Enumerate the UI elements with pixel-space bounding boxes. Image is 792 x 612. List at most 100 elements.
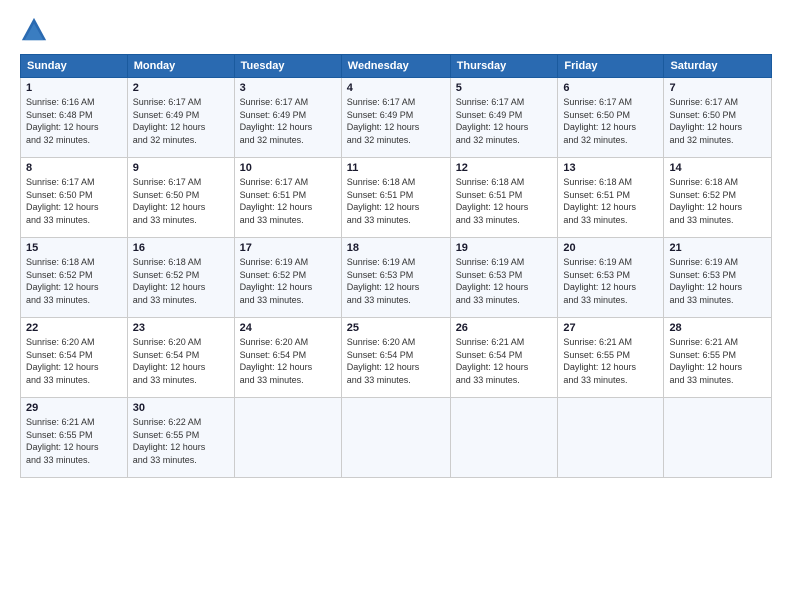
day-cell: 12 Sunrise: 6:18 AMSunset: 6:51 PMDaylig…: [450, 158, 558, 238]
day-detail: Sunrise: 6:18 AMSunset: 6:51 PMDaylight:…: [563, 177, 636, 225]
day-number: 6: [563, 82, 658, 94]
logo: [20, 16, 54, 44]
day-number: 22: [26, 322, 122, 334]
day-cell: 3 Sunrise: 6:17 AMSunset: 6:49 PMDayligh…: [234, 78, 341, 158]
day-cell: 28 Sunrise: 6:21 AMSunset: 6:55 PMDaylig…: [664, 318, 772, 398]
day-number: 10: [240, 162, 336, 174]
day-detail: Sunrise: 6:21 AMSunset: 6:55 PMDaylight:…: [26, 417, 99, 465]
day-number: 1: [26, 82, 122, 94]
day-number: 28: [669, 322, 766, 334]
day-number: 30: [133, 402, 229, 414]
day-number: 16: [133, 242, 229, 254]
day-detail: Sunrise: 6:17 AMSunset: 6:50 PMDaylight:…: [26, 177, 99, 225]
day-cell: 21 Sunrise: 6:19 AMSunset: 6:53 PMDaylig…: [664, 238, 772, 318]
page: SundayMondayTuesdayWednesdayThursdayFrid…: [0, 0, 792, 612]
col-header-thursday: Thursday: [450, 55, 558, 78]
day-cell: 19 Sunrise: 6:19 AMSunset: 6:53 PMDaylig…: [450, 238, 558, 318]
day-cell: [450, 398, 558, 478]
day-number: 24: [240, 322, 336, 334]
day-cell: 14 Sunrise: 6:18 AMSunset: 6:52 PMDaylig…: [664, 158, 772, 238]
week-row-5: 29 Sunrise: 6:21 AMSunset: 6:55 PMDaylig…: [21, 398, 772, 478]
day-cell: 22 Sunrise: 6:20 AMSunset: 6:54 PMDaylig…: [21, 318, 128, 398]
day-cell: 7 Sunrise: 6:17 AMSunset: 6:50 PMDayligh…: [664, 78, 772, 158]
day-detail: Sunrise: 6:18 AMSunset: 6:51 PMDaylight:…: [456, 177, 529, 225]
header: [20, 16, 772, 44]
day-number: 26: [456, 322, 553, 334]
day-detail: Sunrise: 6:19 AMSunset: 6:53 PMDaylight:…: [347, 257, 420, 305]
day-detail: Sunrise: 6:19 AMSunset: 6:53 PMDaylight:…: [563, 257, 636, 305]
day-number: 27: [563, 322, 658, 334]
day-cell: 9 Sunrise: 6:17 AMSunset: 6:50 PMDayligh…: [127, 158, 234, 238]
header-row: SundayMondayTuesdayWednesdayThursdayFrid…: [21, 55, 772, 78]
day-cell: 8 Sunrise: 6:17 AMSunset: 6:50 PMDayligh…: [21, 158, 128, 238]
day-number: 5: [456, 82, 553, 94]
day-cell: 23 Sunrise: 6:20 AMSunset: 6:54 PMDaylig…: [127, 318, 234, 398]
day-cell: 5 Sunrise: 6:17 AMSunset: 6:49 PMDayligh…: [450, 78, 558, 158]
day-number: 9: [133, 162, 229, 174]
day-detail: Sunrise: 6:17 AMSunset: 6:50 PMDaylight:…: [563, 97, 636, 145]
day-cell: 25 Sunrise: 6:20 AMSunset: 6:54 PMDaylig…: [341, 318, 450, 398]
day-detail: Sunrise: 6:19 AMSunset: 6:53 PMDaylight:…: [669, 257, 742, 305]
day-cell: 1 Sunrise: 6:16 AMSunset: 6:48 PMDayligh…: [21, 78, 128, 158]
day-detail: Sunrise: 6:17 AMSunset: 6:50 PMDaylight:…: [669, 97, 742, 145]
day-cell: 29 Sunrise: 6:21 AMSunset: 6:55 PMDaylig…: [21, 398, 128, 478]
day-cell: 27 Sunrise: 6:21 AMSunset: 6:55 PMDaylig…: [558, 318, 664, 398]
day-detail: Sunrise: 6:21 AMSunset: 6:55 PMDaylight:…: [563, 337, 636, 385]
day-number: 11: [347, 162, 445, 174]
day-cell: 10 Sunrise: 6:17 AMSunset: 6:51 PMDaylig…: [234, 158, 341, 238]
day-detail: Sunrise: 6:20 AMSunset: 6:54 PMDaylight:…: [240, 337, 313, 385]
day-detail: Sunrise: 6:19 AMSunset: 6:53 PMDaylight:…: [456, 257, 529, 305]
day-number: 12: [456, 162, 553, 174]
col-header-friday: Friday: [558, 55, 664, 78]
day-number: 19: [456, 242, 553, 254]
day-number: 17: [240, 242, 336, 254]
day-detail: Sunrise: 6:18 AMSunset: 6:52 PMDaylight:…: [26, 257, 99, 305]
day-detail: Sunrise: 6:18 AMSunset: 6:51 PMDaylight:…: [347, 177, 420, 225]
week-row-2: 8 Sunrise: 6:17 AMSunset: 6:50 PMDayligh…: [21, 158, 772, 238]
day-number: 14: [669, 162, 766, 174]
day-detail: Sunrise: 6:17 AMSunset: 6:49 PMDaylight:…: [240, 97, 313, 145]
day-number: 20: [563, 242, 658, 254]
day-cell: 4 Sunrise: 6:17 AMSunset: 6:49 PMDayligh…: [341, 78, 450, 158]
col-header-wednesday: Wednesday: [341, 55, 450, 78]
day-detail: Sunrise: 6:17 AMSunset: 6:49 PMDaylight:…: [133, 97, 206, 145]
day-detail: Sunrise: 6:16 AMSunset: 6:48 PMDaylight:…: [26, 97, 99, 145]
day-detail: Sunrise: 6:20 AMSunset: 6:54 PMDaylight:…: [347, 337, 420, 385]
day-number: 13: [563, 162, 658, 174]
day-cell: 6 Sunrise: 6:17 AMSunset: 6:50 PMDayligh…: [558, 78, 664, 158]
week-row-1: 1 Sunrise: 6:16 AMSunset: 6:48 PMDayligh…: [21, 78, 772, 158]
day-number: 2: [133, 82, 229, 94]
day-detail: Sunrise: 6:17 AMSunset: 6:49 PMDaylight:…: [347, 97, 420, 145]
week-row-3: 15 Sunrise: 6:18 AMSunset: 6:52 PMDaylig…: [21, 238, 772, 318]
day-detail: Sunrise: 6:18 AMSunset: 6:52 PMDaylight:…: [669, 177, 742, 225]
col-header-monday: Monday: [127, 55, 234, 78]
col-header-tuesday: Tuesday: [234, 55, 341, 78]
day-number: 4: [347, 82, 445, 94]
day-detail: Sunrise: 6:20 AMSunset: 6:54 PMDaylight:…: [133, 337, 206, 385]
day-detail: Sunrise: 6:17 AMSunset: 6:49 PMDaylight:…: [456, 97, 529, 145]
day-detail: Sunrise: 6:22 AMSunset: 6:55 PMDaylight:…: [133, 417, 206, 465]
col-header-sunday: Sunday: [21, 55, 128, 78]
day-cell: [234, 398, 341, 478]
day-number: 15: [26, 242, 122, 254]
day-cell: 15 Sunrise: 6:18 AMSunset: 6:52 PMDaylig…: [21, 238, 128, 318]
day-number: 25: [347, 322, 445, 334]
day-cell: 16 Sunrise: 6:18 AMSunset: 6:52 PMDaylig…: [127, 238, 234, 318]
day-cell: [341, 398, 450, 478]
day-number: 7: [669, 82, 766, 94]
day-detail: Sunrise: 6:17 AMSunset: 6:50 PMDaylight:…: [133, 177, 206, 225]
logo-icon: [20, 16, 48, 44]
day-cell: 2 Sunrise: 6:17 AMSunset: 6:49 PMDayligh…: [127, 78, 234, 158]
day-number: 18: [347, 242, 445, 254]
week-row-4: 22 Sunrise: 6:20 AMSunset: 6:54 PMDaylig…: [21, 318, 772, 398]
day-cell: 24 Sunrise: 6:20 AMSunset: 6:54 PMDaylig…: [234, 318, 341, 398]
day-cell: [558, 398, 664, 478]
day-number: 8: [26, 162, 122, 174]
day-number: 3: [240, 82, 336, 94]
day-cell: 17 Sunrise: 6:19 AMSunset: 6:52 PMDaylig…: [234, 238, 341, 318]
day-detail: Sunrise: 6:21 AMSunset: 6:54 PMDaylight:…: [456, 337, 529, 385]
day-cell: 26 Sunrise: 6:21 AMSunset: 6:54 PMDaylig…: [450, 318, 558, 398]
day-cell: 30 Sunrise: 6:22 AMSunset: 6:55 PMDaylig…: [127, 398, 234, 478]
day-detail: Sunrise: 6:21 AMSunset: 6:55 PMDaylight:…: [669, 337, 742, 385]
day-detail: Sunrise: 6:18 AMSunset: 6:52 PMDaylight:…: [133, 257, 206, 305]
